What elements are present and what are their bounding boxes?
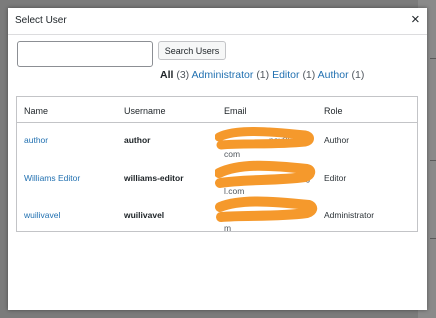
dialog-title: Select User — [15, 15, 67, 26]
role-filter-links: All (3) Administrator (1) Editor (1) Aut… — [160, 69, 364, 81]
filter-editor-count: (1) — [302, 69, 316, 81]
user-role: Editor — [324, 173, 347, 183]
filter-editor[interactable]: Editor — [272, 69, 299, 81]
column-header-name: Name — [24, 106, 49, 116]
table-header: Name Username Email Role — [17, 97, 417, 123]
close-icon[interactable]: × — [411, 12, 420, 28]
filter-all-count: (3) — [176, 69, 190, 81]
redaction-scribble — [215, 127, 318, 222]
username: author — [124, 135, 151, 145]
filter-administrator-count: (1) — [256, 69, 270, 81]
user-role: Administrator — [324, 210, 375, 220]
filter-author-count: (1) — [351, 69, 365, 81]
dialog-titlebar: Select User × — [8, 8, 427, 35]
search-input[interactable] — [17, 41, 153, 67]
filter-author[interactable]: Author — [318, 69, 349, 81]
user-name-link[interactable]: Williams Editor — [24, 173, 80, 183]
background-divider — [430, 58, 436, 59]
filter-administrator[interactable]: Administrator — [192, 69, 254, 81]
username: wuilivavel — [124, 210, 165, 220]
users-table: Name Username Email Role author author n… — [16, 96, 418, 233]
user-name-link[interactable]: author — [24, 135, 48, 145]
user-name-link[interactable]: wuilivavel — [24, 210, 60, 220]
column-header-role: Role — [324, 106, 343, 116]
background-divider — [430, 160, 436, 161]
select-user-dialog: Select User × Search Users All (3) Admin… — [8, 8, 427, 310]
search-users-button[interactable]: Search Users — [158, 41, 226, 60]
background-divider — [430, 238, 436, 239]
username: williams-editor — [124, 173, 184, 183]
column-header-email: Email — [224, 106, 247, 116]
column-header-username: Username — [124, 106, 166, 116]
user-role: Author — [324, 135, 350, 145]
filter-all[interactable]: All — [160, 69, 173, 81]
